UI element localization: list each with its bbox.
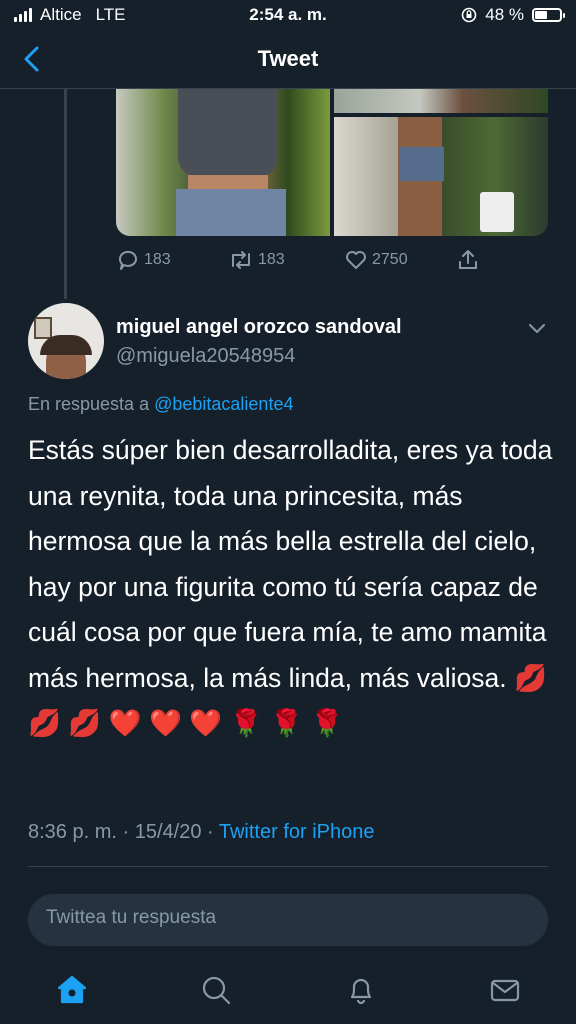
- reply-prefix: En respuesta a: [28, 394, 155, 414]
- page-title: Tweet: [257, 46, 319, 71]
- tab-bar: [0, 952, 576, 1024]
- thread-line: [64, 89, 67, 299]
- retweet-icon: [232, 251, 250, 269]
- meta-separator: ·: [116, 821, 135, 843]
- user-handle[interactable]: @miguela20548954: [116, 345, 295, 368]
- retweet-count: 183: [258, 251, 285, 268]
- bell-icon: [350, 978, 372, 1005]
- tweet-author[interactable]: miguel angel orozco sandoval @miguela205…: [28, 303, 548, 383]
- reply-input[interactable]: Twittea tu respuesta: [28, 894, 548, 946]
- chevron-down-icon[interactable]: [526, 321, 548, 337]
- like-button[interactable]: 2750: [344, 248, 408, 272]
- tweet-source-link[interactable]: Twitter for iPhone: [219, 821, 375, 843]
- reply-icon: [118, 250, 137, 270]
- retweet-button[interactable]: 183: [228, 248, 285, 272]
- tweet-text: Estás súper bien desarrolladita, eres ya…: [28, 435, 553, 738]
- home-icon: [57, 975, 87, 1004]
- display-name[interactable]: miguel angel orozco sandoval: [116, 316, 402, 339]
- divider: [28, 866, 548, 867]
- orientation-lock-icon: [461, 7, 477, 23]
- tweet-date: 15/4/20: [134, 821, 202, 843]
- reply-mention-link[interactable]: @bebitacaliente4: [154, 394, 293, 414]
- battery-percent: 48 %: [485, 5, 524, 24]
- status-bar: Altice LTE 2:54 a. m. 48 %: [0, 0, 576, 30]
- tweet-time: 8:36 p. m.: [28, 821, 117, 843]
- search-icon: [202, 976, 231, 1005]
- share-icon: [459, 250, 477, 269]
- heart-icon: [346, 251, 366, 269]
- media-photo[interactable]: [334, 117, 548, 236]
- tweet-actions: 183 183 2750: [116, 248, 548, 276]
- tab-home[interactable]: [54, 972, 90, 1008]
- tab-notifications[interactable]: [343, 972, 379, 1008]
- share-button[interactable]: [456, 248, 480, 272]
- like-count: 2750: [372, 251, 408, 268]
- reply-placeholder: Twittea tu respuesta: [46, 907, 217, 928]
- reply-context: En respuesta a @bebitacaliente4: [28, 394, 293, 415]
- tweet-meta: 8:36 p. m. · 15/4/20 · Twitter for iPhon…: [28, 821, 375, 844]
- tab-messages[interactable]: [487, 972, 523, 1008]
- media-photo[interactable]: [116, 89, 330, 236]
- media-photo[interactable]: [334, 89, 548, 113]
- mail-icon: [490, 979, 520, 1002]
- media-grid[interactable]: [116, 89, 548, 236]
- top-nav: Tweet: [0, 30, 576, 89]
- meta-separator: ·: [201, 821, 219, 843]
- avatar[interactable]: [28, 303, 104, 379]
- battery-icon: [532, 8, 565, 22]
- reply-count: 183: [144, 251, 171, 268]
- tab-search[interactable]: [198, 972, 234, 1008]
- reply-button[interactable]: 183: [116, 248, 171, 272]
